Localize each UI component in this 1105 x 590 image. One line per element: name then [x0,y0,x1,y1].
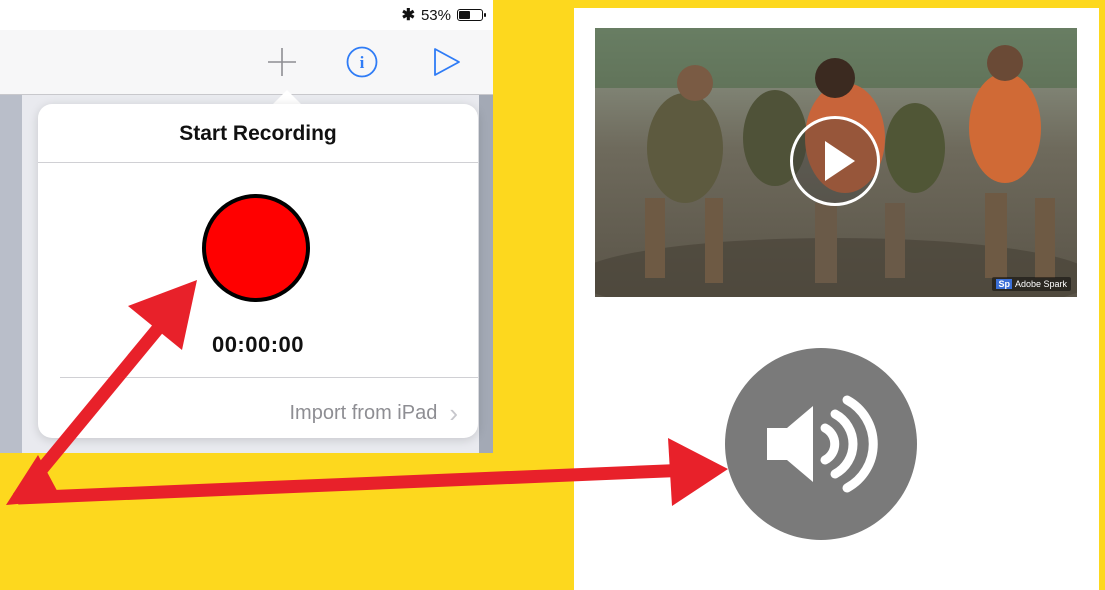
info-button[interactable]: i [344,44,380,80]
speaker-icon [767,395,878,493]
right-strip [479,95,493,453]
adobe-spark-watermark: Sp Adobe Spark [992,277,1071,291]
status-right: ✱ 53% [401,6,486,24]
battery-percent: 53% [420,6,451,24]
svg-text:i: i [360,53,365,72]
battery-icon [457,9,486,21]
video-play-button[interactable] [790,116,880,206]
play-icon [434,48,460,76]
import-label: Import from iPad [289,402,438,424]
add-button[interactable] [264,44,300,80]
toolbar: i [0,30,493,95]
divider [60,377,478,378]
video-thumbnail[interactable]: Sp Adobe Spark [595,28,1077,297]
info-icon: i [346,46,378,78]
arrowhead-left [6,455,62,505]
status-bar: ✱ 53% [0,0,493,30]
recording-timer: 00:00:00 [211,332,305,357]
chevron-right-icon: › [449,398,458,428]
watermark-logo: Sp [996,279,1012,289]
popover-title: Start Recording [179,122,337,145]
divider [38,162,478,163]
play-button-toolbar[interactable] [428,44,464,80]
content-card: Sp Adobe Spark [574,8,1099,590]
popover-arrow [273,90,301,104]
watermark-text: Adobe Spark [1014,279,1067,289]
battery-fill [459,11,470,19]
bluetooth-icon: ✱ [401,7,415,24]
import-from-ipad-button[interactable]: Import from iPad › [290,398,459,429]
audio-speaker-button[interactable] [725,348,917,540]
battery-nub [484,13,486,17]
play-icon [825,141,855,181]
plus-icon [268,48,296,76]
record-button[interactable] [202,194,310,302]
start-recording-popover: Start Recording 00:00:00 Import from iPa… [38,104,478,438]
sidebar-strip [0,95,22,453]
ipad-screenshot: ✱ 53% i Start Recording 00:00:00 Import … [0,0,493,453]
